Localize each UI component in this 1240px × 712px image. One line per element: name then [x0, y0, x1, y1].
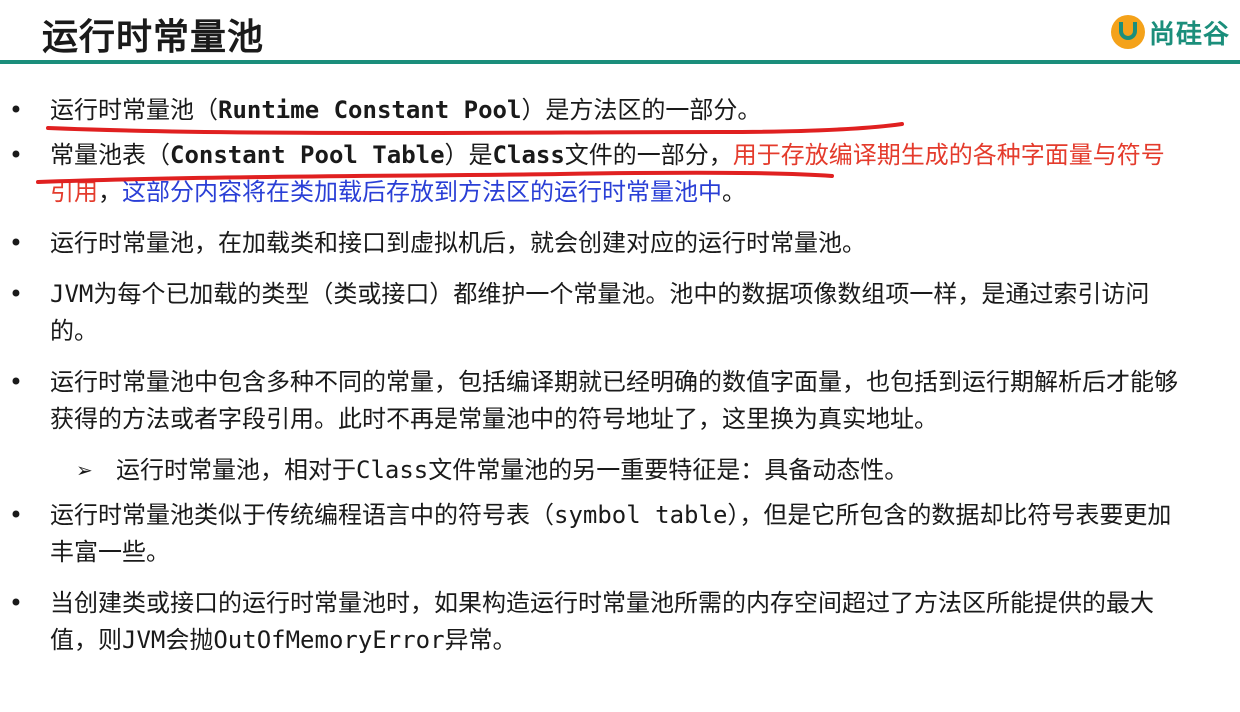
text: 。: [722, 178, 746, 206]
bullet-dot: •: [8, 589, 24, 617]
text: 文件常量池的另一重要特征是：具备动态性。: [428, 456, 909, 484]
header-divider: [0, 60, 1240, 64]
code-text: OutOfMemoryError: [213, 626, 445, 654]
text: 异常。: [444, 626, 517, 654]
text: ）是方法区的一部分。: [521, 96, 762, 124]
logo-text: 尚硅谷: [1148, 19, 1230, 50]
code-text: JVM: [122, 626, 166, 654]
code-text: Class: [492, 141, 565, 169]
bullet-constant-pool-table: • 常量池表（Constant Pool Table）是Class文件的一部分，…: [0, 137, 1240, 211]
bullet-oom: • 当创建类或接口的运行时常量池时，如果构造运行时常量池所需的内存空间超过了方法…: [0, 585, 1240, 659]
bullet-dot: •: [8, 96, 24, 124]
bullet-runtime-constant-pool: • 运行时常量池（Runtime Constant Pool）是方法区的一部分。: [0, 92, 1240, 129]
bullet-create-pool: • 运行时常量池，在加载类和接口到虚拟机后，就会创建对应的运行时常量池。: [0, 225, 1240, 262]
text: 运行时常量池，相对于: [116, 456, 356, 484]
bullet-symbol-table: • 运行时常量池类似于传统编程语言中的符号表（symbol table），但是它…: [0, 497, 1240, 571]
code-text: Constant Pool Table: [170, 141, 445, 169]
bullet-dot: •: [8, 501, 24, 529]
slide-content: • 运行时常量池（Runtime Constant Pool）是方法区的一部分。…: [0, 92, 1240, 659]
text: ）是: [444, 141, 493, 169]
text: 常量池表（: [50, 141, 170, 169]
bullet-jvm-pool: • JVM为每个已加载的类型（类或接口）都维护一个常量池。池中的数据项像数组项一…: [0, 276, 1240, 350]
text: 为每个已加载的类型（类或接口）都维护一个常量池。池中的数据项像数组项一样，是通过…: [50, 280, 1150, 345]
bullet-dot: •: [8, 280, 24, 308]
bullet-constants: • 运行时常量池中包含多种不同的常量，包括编译期就已经明确的数值字面量，也包括到…: [0, 364, 1240, 438]
text: 运行时常量池中包含多种不同的常量，包括编译期就已经明确的数值字面量，也包括到运行…: [50, 368, 1178, 433]
arrow-bullet-icon: ➢: [76, 458, 93, 482]
code-text: symbol table: [554, 501, 728, 529]
code-text: Runtime Constant Pool: [218, 96, 522, 124]
text: ，: [98, 178, 122, 206]
sub-bullet-dynamic: ➢ 运行时常量池，相对于Class文件常量池的另一重要特征是：具备动态性。: [0, 452, 1240, 489]
code-text: Class: [356, 456, 429, 484]
blue-highlight-text: 这部分内容将在类加载后存放到方法区的运行时常量池中: [122, 178, 722, 206]
brand-logo: 尚硅谷: [1110, 10, 1230, 54]
text: 会抛: [165, 626, 214, 654]
slide-header: 运行时常量池 尚硅谷: [0, 0, 1240, 62]
code-text: JVM: [50, 280, 94, 308]
u-logo-icon: [1110, 15, 1145, 49]
bullet-dot: •: [8, 141, 24, 169]
text: 运行时常量池，在加载类和接口到虚拟机后，就会创建对应的运行时常量池。: [50, 229, 866, 257]
bullet-dot: •: [8, 368, 24, 396]
page-title: 运行时常量池: [42, 17, 265, 58]
text: 运行时常量池（: [50, 96, 218, 124]
text: 运行时常量池类似于传统编程语言中的符号表（: [50, 501, 554, 529]
bullet-dot: •: [8, 229, 24, 257]
text: 文件的一部分，: [564, 141, 733, 169]
